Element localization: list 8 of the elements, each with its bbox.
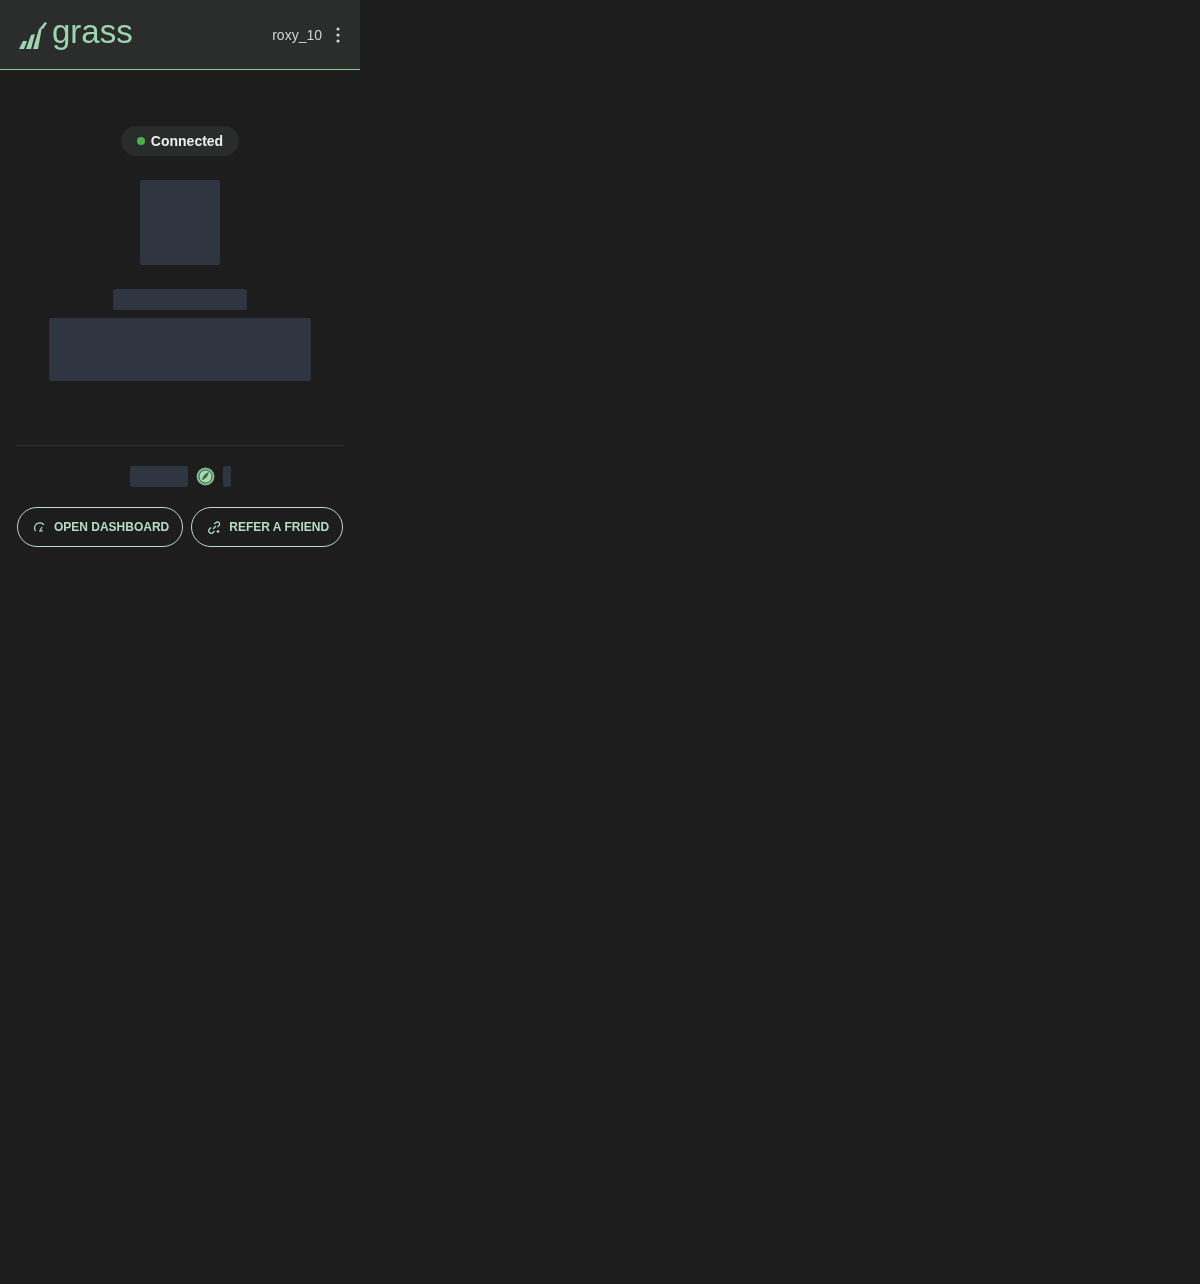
username: roxy_10 — [272, 26, 322, 43]
status-label: Connected — [150, 133, 224, 149]
gauge-icon — [33, 521, 46, 533]
logo-text: grass — [52, 15, 133, 48]
link-icon — [208, 520, 222, 534]
coin-icon — [195, 467, 215, 486]
skeleton-placeholder — [129, 466, 188, 487]
skeleton-placeholder — [222, 466, 231, 487]
